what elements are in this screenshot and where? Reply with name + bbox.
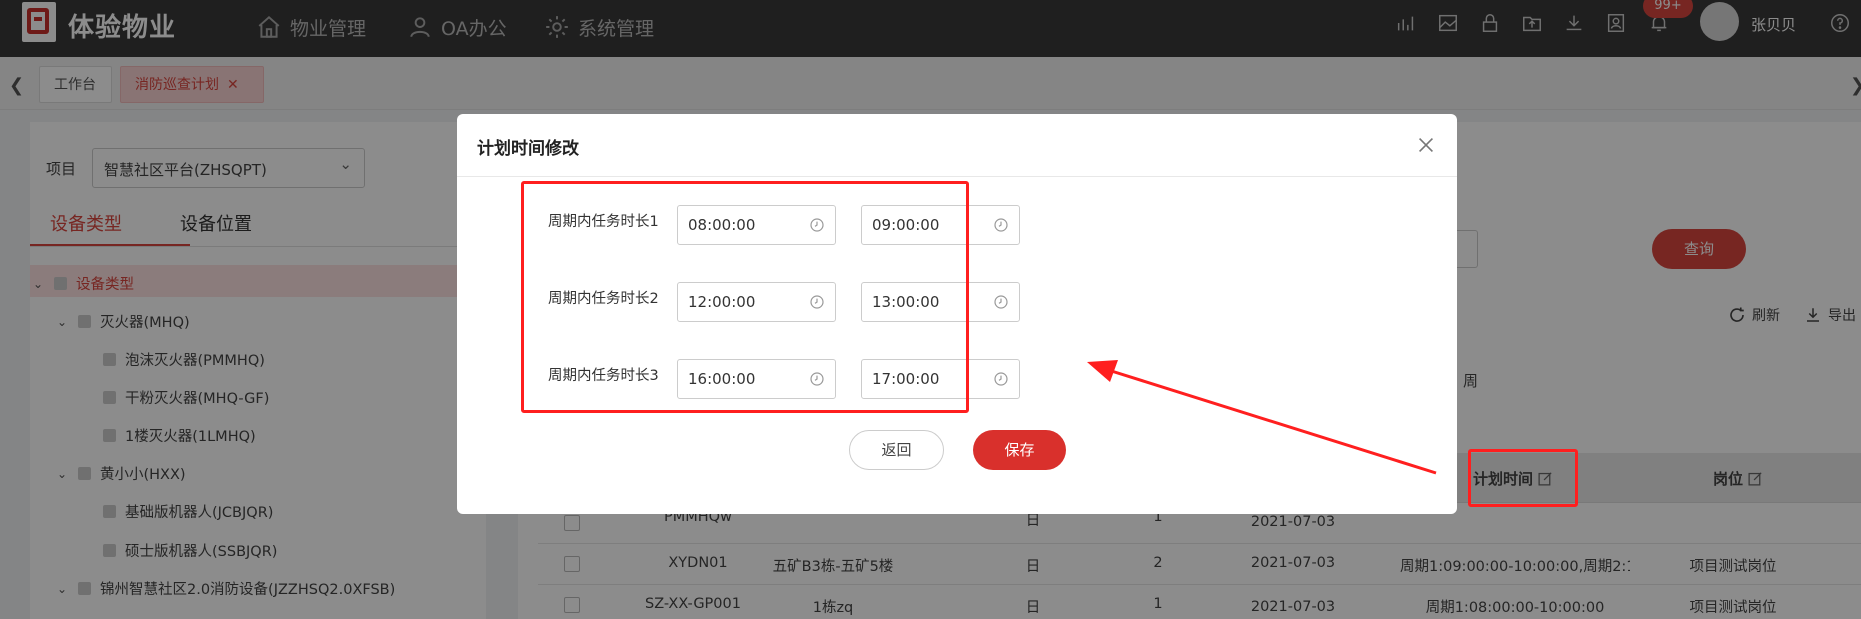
save-button[interactable]: 保存 (973, 430, 1066, 470)
dialog-title: 计划时间修改 (477, 139, 579, 159)
clock-icon (994, 372, 1008, 386)
clock-icon (994, 218, 1008, 232)
annotation-period-box (521, 181, 969, 413)
annotation-highlight-box (1468, 449, 1578, 507)
close-icon[interactable] (1415, 134, 1437, 156)
dialog-divider (457, 176, 1457, 177)
clock-icon (994, 295, 1008, 309)
edit-plan-time-dialog: 计划时间修改 周期内任务时长1 08:00:00 09:00:00 周期内任务时… (457, 114, 1457, 514)
back-button[interactable]: 返回 (849, 430, 944, 470)
